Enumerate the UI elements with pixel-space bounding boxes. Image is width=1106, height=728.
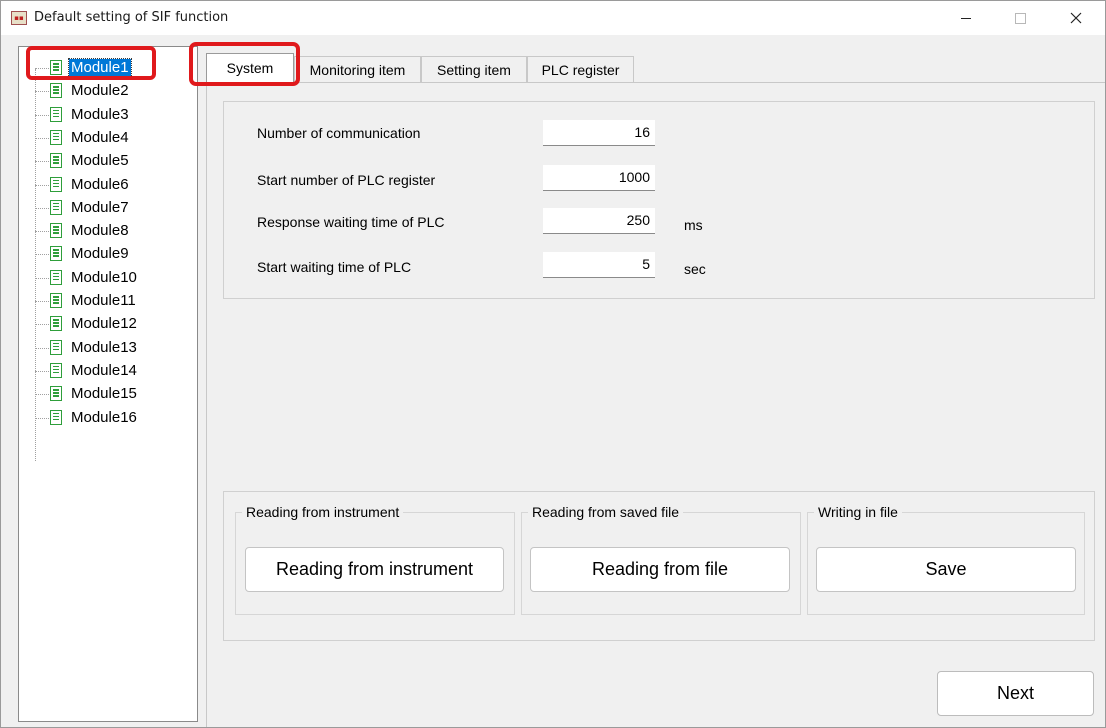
reading-from-instrument-button[interactable]: Reading from instrument <box>245 547 504 592</box>
title-bar: ▪▪ Default setting of SIF function <box>1 1 1105 35</box>
start-waiting-time-unit: sec <box>684 261 706 277</box>
tree-item-module[interactable]: Module5 <box>19 150 189 172</box>
tree-item-module[interactable]: Module13 <box>19 337 189 359</box>
tree-item-module[interactable]: Module9 <box>19 243 189 265</box>
document-icon <box>50 362 62 378</box>
tree-item-label: Module6 <box>71 175 129 193</box>
tree-item-label: Module7 <box>71 198 129 216</box>
tab-monitoring-item[interactable]: Monitoring item <box>294 56 421 82</box>
tree-item-module[interactable]: Module12 <box>19 313 189 335</box>
minimize-button[interactable] <box>943 1 989 35</box>
tab-setting-item[interactable]: Setting item <box>421 56 527 82</box>
maximize-icon <box>1014 12 1026 24</box>
tree-connector-line <box>35 184 49 186</box>
document-icon <box>50 246 62 262</box>
tree-connector-line <box>35 231 49 233</box>
start-number-plc-register-field[interactable]: 1000 <box>543 165 655 191</box>
tree-item-label: Module8 <box>71 222 129 240</box>
tree-item-module[interactable]: Module6 <box>19 174 189 196</box>
document-icon <box>50 199 62 215</box>
tree-item-module[interactable]: Module2 <box>19 80 189 102</box>
document-icon <box>50 269 62 285</box>
response-waiting-time-unit: ms <box>684 217 703 233</box>
tree-item-label: Module4 <box>71 128 129 146</box>
tree-item-label: Module3 <box>71 105 129 123</box>
document-icon <box>50 106 62 122</box>
window-title: Default setting of SIF function <box>34 10 229 25</box>
tree-item-module[interactable]: Module16 <box>19 407 189 429</box>
tree-item-module[interactable]: Module7 <box>19 197 189 219</box>
tree-item-label: Module11 <box>71 292 136 309</box>
minimize-icon <box>961 17 971 19</box>
app-logo-icon: ▪▪ <box>11 11 27 25</box>
tree-connector-line <box>35 301 49 302</box>
tree-connector-line <box>35 347 49 349</box>
start-waiting-time-field[interactable]: 5 <box>543 252 655 278</box>
dialog-window: ▪▪ Default setting of SIF function Modul… <box>0 0 1106 728</box>
start-waiting-time-label: Start waiting time of PLC <box>257 259 412 275</box>
next-button[interactable]: Next <box>937 671 1094 716</box>
tree-item-module[interactable]: Module11 <box>19 290 189 312</box>
tree-item-label: Module9 <box>71 245 129 263</box>
document-icon <box>50 153 62 169</box>
tree-connector-line <box>35 324 49 326</box>
response-waiting-time-field[interactable]: 250 <box>543 208 655 234</box>
reading-from-file-button[interactable]: Reading from file <box>530 547 790 592</box>
reading-from-saved-file-legend: Reading from saved file <box>528 504 684 521</box>
tree-item-label: Module5 <box>71 152 129 170</box>
document-icon <box>50 409 62 425</box>
tree-item-label: Module10 <box>71 268 137 286</box>
maximize-button[interactable] <box>997 1 1043 35</box>
close-button[interactable] <box>1053 1 1099 35</box>
tree-connector-line <box>35 91 49 93</box>
reading-from-instrument-legend: Reading from instrument <box>242 504 404 521</box>
tree-connector-line <box>35 417 49 419</box>
close-icon <box>1070 12 1082 24</box>
tree-item-label: Module2 <box>71 82 129 100</box>
tree-item-module[interactable]: Module8 <box>19 220 189 242</box>
number-of-communication-field[interactable]: 16 <box>543 120 655 146</box>
tree-item-label: Module13 <box>71 338 137 356</box>
tree-connector-line <box>35 161 49 163</box>
tree-item-label: Module16 <box>71 408 137 426</box>
tree-item-module[interactable]: Module3 <box>19 104 189 126</box>
tree-connector-line <box>35 277 49 279</box>
module-tree[interactable]: Module1 Module2 Module3 Module4 Module5 Modul… <box>18 46 198 722</box>
tree-item-module[interactable]: Module4 <box>19 127 189 149</box>
tree-connector-line <box>35 207 49 209</box>
tree-item-module[interactable]: Module14 <box>19 360 189 382</box>
tree-item-label: Module15 <box>71 385 137 403</box>
document-icon <box>50 83 62 99</box>
document-icon <box>50 176 62 192</box>
tab-plc-register[interactable]: PLC register <box>527 56 634 82</box>
save-button[interactable]: Save <box>816 547 1076 592</box>
tree-connector-line <box>35 137 49 139</box>
document-icon <box>50 129 62 145</box>
tree-item-label: Module14 <box>71 361 137 379</box>
system-tab-highlight-annotation <box>189 42 300 86</box>
tree-connector-line <box>35 370 49 372</box>
document-icon <box>50 316 62 332</box>
document-icon <box>50 386 62 402</box>
tree-item-module[interactable]: Module10 <box>19 267 189 289</box>
document-icon <box>50 293 62 308</box>
document-icon <box>50 223 62 239</box>
document-icon <box>50 339 62 355</box>
tree-item-label: Module12 <box>71 315 137 333</box>
start-number-plc-register-label: Start number of PLC register <box>257 172 436 188</box>
writing-in-file-legend: Writing in file <box>814 504 902 521</box>
tree-connector-line <box>35 254 49 256</box>
number-of-communication-label: Number of communication <box>257 125 421 141</box>
module1-highlight-annotation <box>26 46 156 80</box>
response-waiting-time-label: Response waiting time of PLC <box>257 214 445 230</box>
tree-connector-line <box>35 114 49 116</box>
tree-connector-line <box>35 394 49 396</box>
tree-item-module[interactable]: Module15 <box>19 383 189 405</box>
